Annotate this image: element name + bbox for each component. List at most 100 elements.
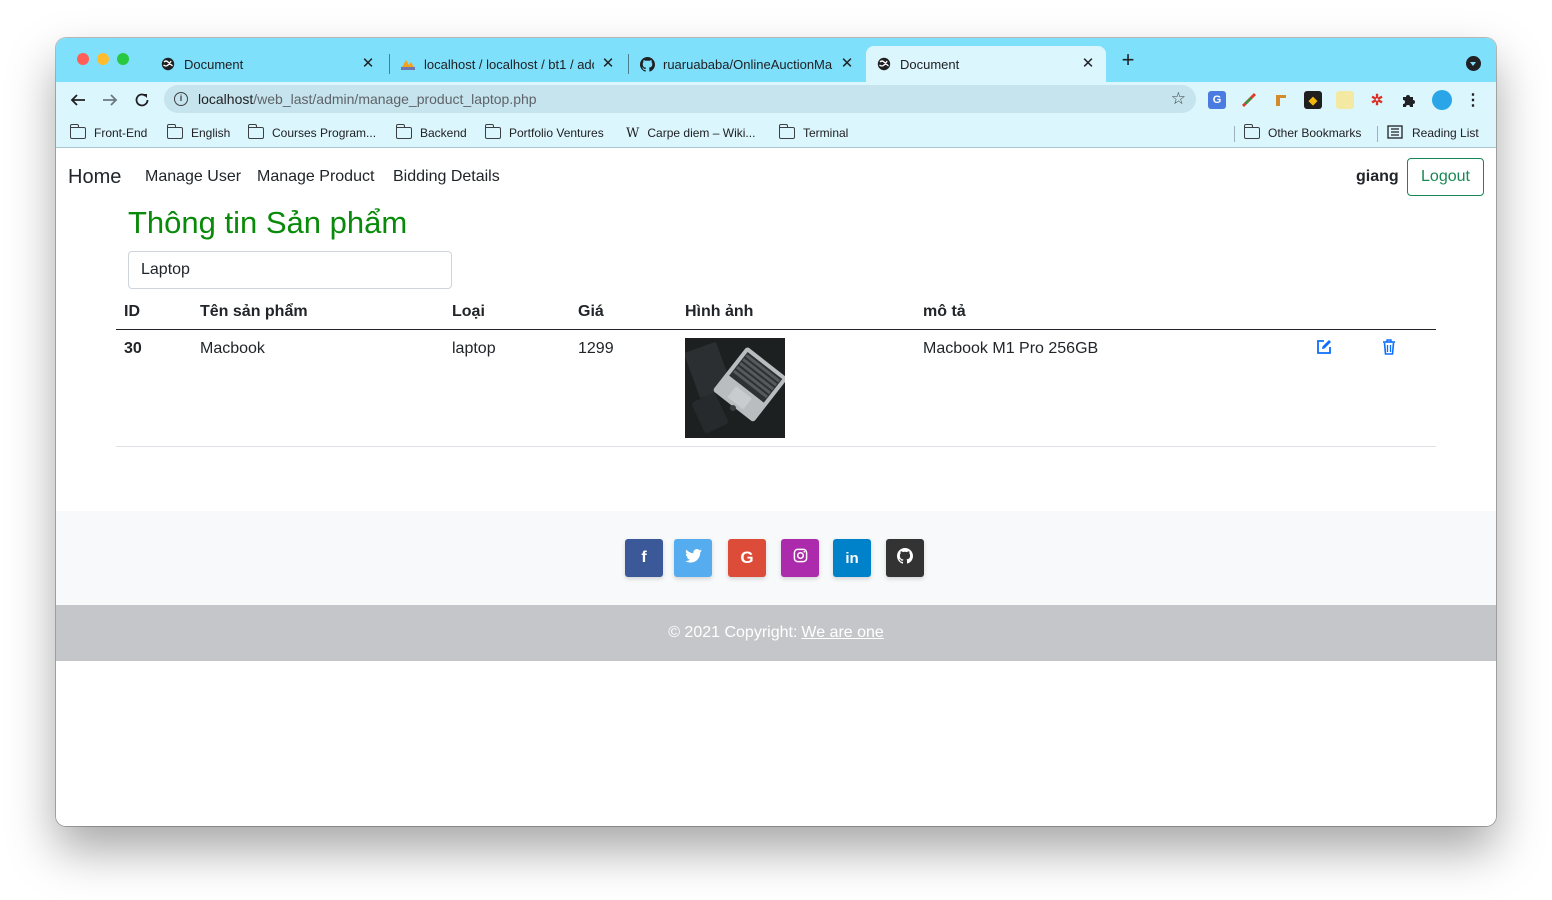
cell-type: laptop	[444, 329, 570, 447]
bookmark-carpe-diem[interactable]: W Carpe diem – Wiki...	[626, 124, 755, 142]
url-text: localhost/web_last/admin/manage_product_…	[198, 91, 537, 107]
close-window-button[interactable]	[77, 53, 89, 65]
nav-manage-product[interactable]: Manage Product	[257, 168, 374, 186]
linkedin-button[interactable]: in	[833, 539, 871, 577]
cell-name: Macbook	[192, 329, 444, 447]
tab-phpmyadmin[interactable]: localhost / localhost / bt1 / add ✕	[392, 46, 624, 82]
page-content: Home Manage User Manage Product Bidding …	[56, 149, 1496, 826]
twitter-button[interactable]	[674, 539, 712, 577]
folder-icon	[395, 124, 412, 139]
bookmark-label: Carpe diem – Wiki...	[647, 126, 756, 140]
bookmark-courses[interactable]: Courses Program...	[247, 124, 376, 142]
bookmark-portfolio[interactable]: Portfolio Ventures	[484, 124, 604, 142]
tab-document-active[interactable]: Document ✕	[866, 46, 1106, 82]
footer-copyright: © 2021 Copyright: We are one	[56, 605, 1496, 661]
column-header-id: ID	[116, 295, 192, 330]
tab-document-1[interactable]: Document ✕	[152, 46, 384, 82]
tab-title: Document	[184, 56, 244, 72]
category-search-input[interactable]: Laptop	[128, 251, 452, 289]
bookmark-separator	[1377, 126, 1378, 142]
cell-image	[677, 329, 915, 447]
phpmyadmin-icon	[400, 56, 416, 72]
bookmark-star-icon[interactable]: ☆	[1171, 89, 1186, 109]
cell-delete	[1372, 329, 1436, 447]
back-arrow-icon[interactable]	[66, 88, 90, 112]
forward-arrow-icon[interactable]	[98, 88, 122, 112]
bookmark-label: Other Bookmarks	[1268, 126, 1362, 140]
bookmark-separator	[1234, 126, 1235, 142]
bookmark-label: Terminal	[803, 126, 849, 140]
folder-icon	[166, 124, 183, 139]
globe-icon	[160, 56, 176, 72]
tab-search-chevron-icon[interactable]	[1466, 56, 1481, 71]
folder-icon	[1243, 124, 1260, 139]
tab-close-icon[interactable]: ✕	[600, 56, 616, 72]
minimize-window-button[interactable]	[97, 53, 109, 65]
bookmark-terminal[interactable]: Terminal	[778, 124, 849, 142]
bookmark-label: English	[191, 126, 231, 140]
logout-button[interactable]: Logout	[1407, 158, 1484, 196]
trash-icon[interactable]	[1380, 338, 1398, 356]
table-row: 30 Macbook laptop 1299 Macbook M1 Pro 25…	[116, 329, 1436, 447]
reading-list-icon	[1387, 124, 1403, 142]
facebook-button[interactable]: f	[625, 539, 663, 577]
reading-list-button[interactable]: Reading List	[1387, 124, 1479, 142]
new-tab-plus-icon[interactable]: +	[1118, 49, 1138, 71]
globe-icon	[876, 56, 892, 72]
products-table: ID Tên sản phẩm Loại Giá Hình ảnh mô tả …	[116, 295, 1436, 447]
column-header-price: Giá	[570, 295, 677, 330]
site-info-icon[interactable]: i	[174, 92, 188, 106]
footer-social-section: f G in	[56, 511, 1496, 605]
column-header-type: Loại	[444, 295, 570, 330]
bookmark-english[interactable]: English	[166, 124, 231, 142]
binance-extension-icon[interactable]: ◆	[1304, 91, 1322, 109]
bookmark-other[interactable]: Other Bookmarks	[1243, 124, 1362, 142]
pipe-extension-icon[interactable]	[1272, 91, 1290, 109]
column-header-image: Hình ảnh	[677, 295, 915, 330]
nav-manage-user[interactable]: Manage User	[145, 168, 241, 186]
tab-close-icon[interactable]: ✕	[360, 56, 376, 72]
profile-avatar-icon[interactable]	[1432, 90, 1452, 110]
tab-close-icon[interactable]: ✕	[1080, 56, 1096, 72]
product-image-laptop	[685, 337, 785, 438]
reading-list-label: Reading List	[1412, 126, 1479, 140]
github-icon	[897, 547, 913, 569]
reload-icon[interactable]	[130, 88, 154, 112]
color-picker-extension-icon[interactable]	[1240, 91, 1258, 109]
bookmark-label: Portfolio Ventures	[509, 126, 604, 140]
cell-price: 1299	[570, 329, 677, 447]
tab-title: localhost / localhost / bt1 / add	[424, 56, 594, 72]
google-translate-extension-icon[interactable]: G	[1208, 91, 1226, 109]
page-title: Thông tin Sản phẩm	[128, 205, 408, 240]
edit-icon[interactable]	[1315, 338, 1333, 356]
instagram-button[interactable]	[781, 539, 819, 577]
bookmark-front-end[interactable]: Front-End	[69, 124, 148, 142]
notes-extension-icon[interactable]	[1336, 91, 1354, 109]
google-button[interactable]: G	[728, 539, 766, 577]
browser-menu-kebab-icon[interactable]: ⋮	[1464, 91, 1482, 109]
facebook-icon: f	[641, 549, 647, 566]
wikipedia-icon: W	[626, 125, 640, 141]
bookmark-backend[interactable]: Backend	[395, 124, 467, 142]
copyright-link[interactable]: We are one	[801, 624, 883, 642]
folder-icon	[484, 124, 501, 139]
table-header-row: ID Tên sản phẩm Loại Giá Hình ảnh mô tả	[116, 295, 1436, 330]
tab-github[interactable]: ruaruababa/OnlineAuctionMan ✕	[631, 46, 863, 82]
bookmarks-bar: Front-End English Courses Program... Bac…	[56, 118, 1496, 148]
url-host: localhost	[198, 91, 254, 107]
screen: Document ✕ localhost / localhost / bt1 /…	[0, 0, 1552, 900]
tab-separator	[628, 54, 629, 74]
browser-window: Document ✕ localhost / localhost / bt1 /…	[56, 38, 1496, 826]
maximize-window-button[interactable]	[117, 53, 129, 65]
tab-close-icon[interactable]: ✕	[839, 56, 855, 72]
column-header-name: Tên sản phẩm	[192, 295, 444, 330]
github-button[interactable]	[886, 539, 924, 577]
cors-extension-icon[interactable]: ✲	[1368, 91, 1386, 109]
extensions-puzzle-icon[interactable]	[1400, 91, 1418, 109]
nav-bidding-details[interactable]: Bidding Details	[393, 168, 500, 186]
address-bar[interactable]: i localhost/web_last/admin/manage_produc…	[164, 85, 1196, 113]
tab-strip: Document ✕ localhost / localhost / bt1 /…	[56, 38, 1496, 82]
bookmark-label: Front-End	[94, 126, 148, 140]
cell-description: Macbook M1 Pro 256GB	[915, 329, 1307, 447]
nav-home-link[interactable]: Home	[68, 166, 121, 189]
